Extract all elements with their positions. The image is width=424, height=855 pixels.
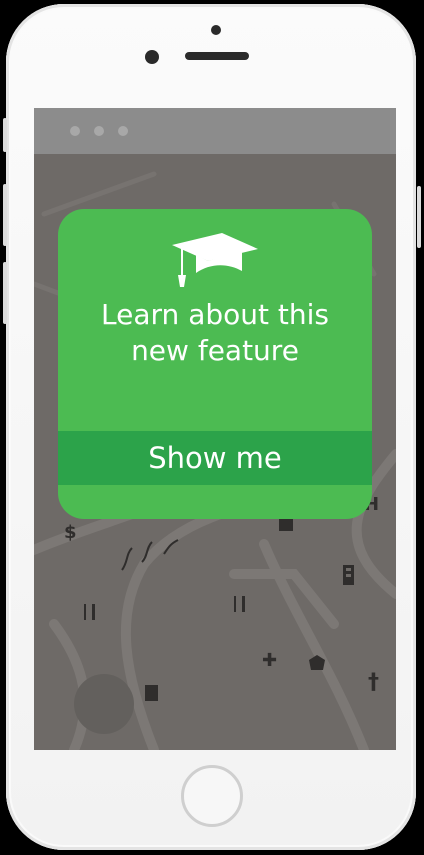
graduation-cap-icon — [172, 233, 258, 287]
bridge-icon — [121, 539, 179, 571]
traffic-light-icon — [343, 565, 354, 585]
browser-bar — [34, 108, 396, 154]
home-button[interactable] — [181, 765, 243, 827]
book-icon — [145, 685, 158, 701]
badge-icon — [309, 655, 325, 670]
dollar-icon: $ — [64, 522, 77, 543]
store-icon — [279, 519, 293, 531]
show-me-button[interactable]: Show me — [58, 431, 372, 485]
volume-up-button — [3, 184, 7, 246]
church-icon: † — [368, 670, 379, 695]
restaurant-icon — [234, 596, 245, 612]
mute-switch — [3, 118, 7, 152]
popup-title: Learn about this new feature — [101, 298, 329, 367]
window-dot-1 — [70, 126, 80, 136]
window-dot-2 — [94, 126, 104, 136]
volume-down-button — [3, 262, 7, 324]
front-camera — [145, 50, 159, 64]
feature-popup: Learn about this new feature Show me — [58, 209, 372, 519]
restaurant-icon — [84, 604, 95, 620]
window-dot-3 — [118, 126, 128, 136]
power-button — [417, 186, 421, 248]
earpiece-speaker — [185, 52, 249, 60]
proximity-sensor — [211, 25, 221, 35]
hospital-icon: ✚ — [262, 650, 278, 671]
